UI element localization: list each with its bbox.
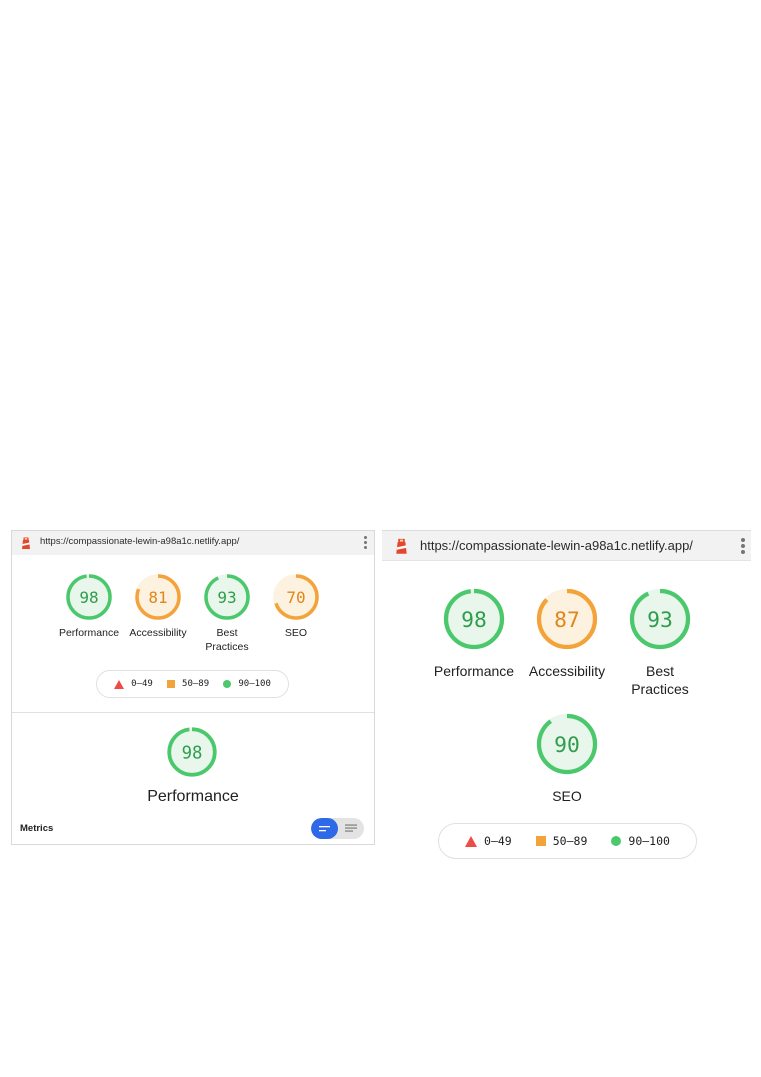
gauge-label: Performance: [433, 663, 515, 679]
gauge-label: SEO: [552, 788, 582, 804]
lighthouse-logo-icon: [22, 537, 30, 549]
gauge-performance[interactable]: 98 Performance: [427, 587, 521, 680]
triangle-icon: [465, 835, 478, 847]
gauge-performance[interactable]: 98 Performance: [53, 573, 125, 641]
score-value: 81: [148, 588, 167, 607]
score-ring: 93: [629, 588, 691, 650]
gauge-label: Best Practices: [205, 627, 249, 653]
gauge-label: Accessibility: [129, 627, 187, 639]
metrics-heading: Metrics: [20, 823, 54, 834]
legend-pass: 90–100: [223, 679, 271, 689]
score-ring: 98: [66, 574, 112, 620]
gauge-accessibility[interactable]: 87 Accessibility: [520, 587, 614, 680]
score-ring: 90: [536, 713, 598, 775]
score-value: 98: [79, 588, 98, 607]
report-url: https://compassionate-lewin-a98a1c.netli…: [40, 536, 240, 547]
report-url: https://compassionate-lewin-a98a1c.netli…: [420, 538, 693, 553]
gauge-label: Best Practices: [631, 663, 689, 698]
legend-pass: 90–100: [611, 834, 670, 848]
gauge-seo[interactable]: 70 SEO: [260, 573, 332, 641]
toggle-summary-view[interactable]: [311, 818, 338, 839]
lighthouse-logo-icon: [396, 538, 407, 554]
score-value: 70: [286, 588, 305, 607]
lighthouse-report-right: https://compassionate-lewin-a98a1c.netli…: [382, 530, 751, 865]
report-topbar: https://compassionate-lewin-a98a1c.netli…: [382, 530, 751, 561]
metrics-view-toggle[interactable]: [311, 818, 364, 839]
performance-section-gauge: 98: [156, 726, 228, 778]
score-ring: 70: [273, 574, 319, 620]
square-icon: [167, 680, 176, 688]
gauge-best-practices[interactable]: 93 Best Practices: [191, 573, 263, 654]
score-ring: 98: [443, 588, 505, 650]
legend-average: 50–89: [167, 679, 209, 689]
score-value: 87: [554, 608, 580, 633]
performance-section-title: Performance: [147, 788, 239, 805]
gauge-label: Accessibility: [528, 663, 606, 679]
score-ring: 93: [204, 574, 250, 620]
section-divider: [12, 712, 374, 713]
gauge-seo[interactable]: 90 SEO: [520, 712, 614, 805]
triangle-icon: [114, 679, 125, 689]
gauge-label: SEO: [284, 627, 308, 639]
report-topbar: https://compassionate-lewin-a98a1c.netli…: [12, 531, 374, 555]
more-options-icon[interactable]: [361, 536, 369, 549]
lines-long-icon: [344, 824, 357, 832]
gauge-accessibility[interactable]: 81 Accessibility: [122, 573, 194, 641]
circle-icon: [611, 836, 622, 846]
score-legend: 0–49 50–89 90–100: [438, 823, 697, 859]
score-value: 90: [554, 733, 580, 758]
legend-average: 50–89: [535, 834, 587, 848]
score-ring: 81: [135, 574, 181, 620]
score-value: 93: [647, 608, 673, 633]
score-value: 93: [217, 588, 236, 607]
gauge-label: Performance: [58, 627, 120, 639]
lines-short-icon: [318, 825, 330, 831]
toggle-detailed-view[interactable]: [337, 818, 364, 839]
legend-fail: 0–49: [465, 834, 512, 848]
score-value: 98: [182, 744, 203, 764]
score-legend: 0–49 50–89 90–100: [96, 670, 289, 698]
square-icon: [535, 836, 546, 846]
circle-icon: [223, 680, 232, 688]
score-ring: 98: [167, 727, 217, 777]
legend-fail: 0–49: [114, 679, 153, 689]
lighthouse-report-left: https://compassionate-lewin-a98a1c.netli…: [11, 530, 375, 845]
score-ring: 87: [536, 588, 598, 650]
gauge-best-practices[interactable]: 93 Best Practices: [613, 587, 707, 698]
score-value: 98: [461, 608, 487, 633]
more-options-icon[interactable]: [739, 538, 747, 554]
